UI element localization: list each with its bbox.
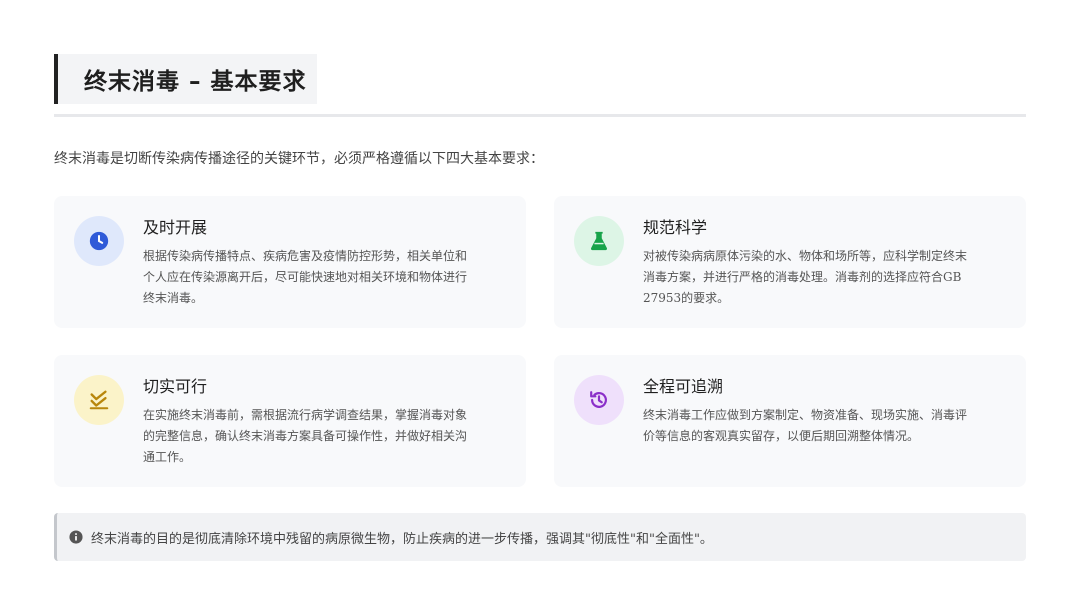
card-description: 终末消毒工作应做到方案制定、物资准备、现场实施、消毒评 价等信息的客观真实留存，… <box>643 408 968 443</box>
card-title: 规范科学 <box>643 218 708 237</box>
intro-text: 终末消毒是切断传染病传播途径的关键环节，必须严格遵循以下四大基本要求： <box>54 151 544 167</box>
flask-icon <box>574 216 624 266</box>
info-icon <box>69 530 83 544</box>
note-text: 终末消毒的目的是彻底清除环境中残留的病原微生物，防止疾病的进一步传播，强调其"彻… <box>91 531 713 547</box>
card-scientific: 规范科学 对被传染病病原体污染的水、物体和场所等，应科学制定终末 消毒方案，并进… <box>554 196 1026 328</box>
title-box: 终末消毒 – 基本要求 <box>54 54 317 104</box>
page-title: 终末消毒 – 基本要求 <box>84 69 307 95</box>
note-box: 终末消毒的目的是彻底清除环境中残留的病原微生物，防止疾病的进一步传播，强调其"彻… <box>54 513 1026 561</box>
card-feasible: 切实可行 在实施终末消毒前，需根据流行病学调查结果，掌握消毒对象 的完整信息，确… <box>54 355 526 487</box>
card-title: 全程可追溯 <box>643 377 724 396</box>
clock-icon <box>74 216 124 266</box>
history-icon <box>574 375 624 425</box>
slide: 终末消毒 – 基本要求 终末消毒是切断传染病传播途径的关键环节，必须严格遵循以下… <box>0 0 1080 608</box>
card-description: 根据传染病传播特点、疾病危害及疫情防控形势，相关单位和 个人应在传染源离开后，尽… <box>143 249 468 305</box>
card-description: 对被传染病病原体污染的水、物体和场所等，应科学制定终末 消毒方案，并进行严格的消… <box>643 249 968 305</box>
card-title: 切实可行 <box>143 377 208 396</box>
card-title: 及时开展 <box>143 218 208 237</box>
card-description: 在实施终末消毒前，需根据流行病学调查结果，掌握消毒对象 的完整信息，确认终末消毒… <box>143 408 468 464</box>
card-timely: 及时开展 根据传染病传播特点、疾病危害及疫情防控形势，相关单位和 个人应在传染源… <box>54 196 526 328</box>
card-traceable: 全程可追溯 终末消毒工作应做到方案制定、物资准备、现场实施、消毒评 价等信息的客… <box>554 355 1026 487</box>
title-divider <box>54 114 1026 117</box>
double-check-icon <box>74 375 124 425</box>
